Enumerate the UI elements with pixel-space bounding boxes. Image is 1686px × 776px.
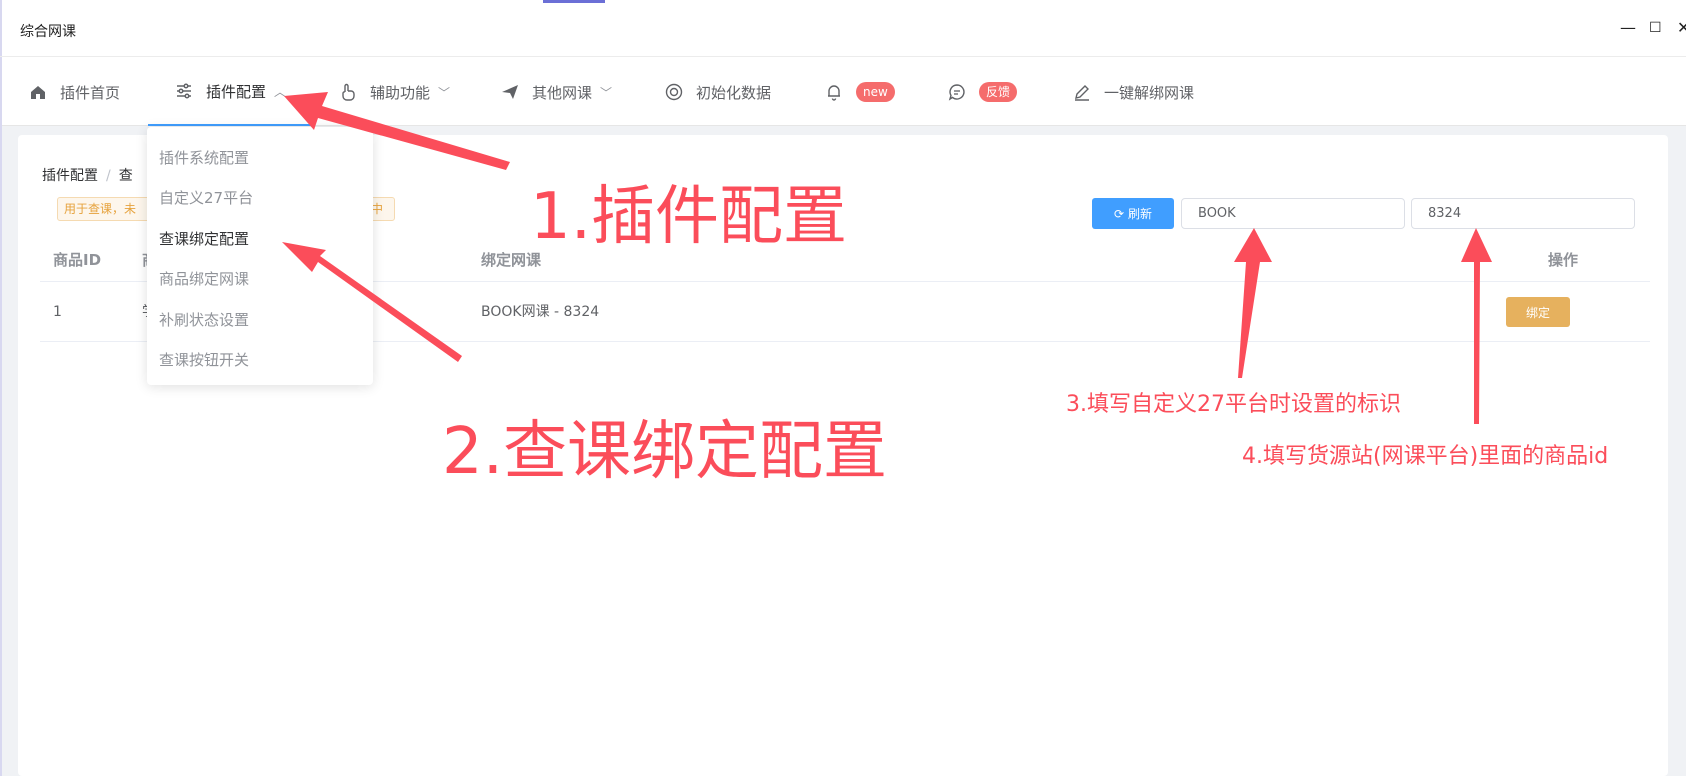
breadcrumb-root[interactable]: 插件配置 xyxy=(42,168,98,184)
menu-item-goods-bind-course[interactable]: 商品绑定网课 xyxy=(159,268,249,289)
cell-goods-id: 1 xyxy=(53,304,62,320)
menu-item-course-bind-config[interactable]: 查课绑定配置 xyxy=(159,228,249,249)
info-tag-text: 用于查课，未 xyxy=(64,202,137,216)
menu-item-plugin-system-config[interactable]: 插件系统配置 xyxy=(159,147,249,168)
chevron-down-icon: ﹀ xyxy=(438,85,451,100)
top-strip xyxy=(0,0,1686,4)
goods-id-input[interactable]: 8324 xyxy=(1411,198,1635,229)
chevron-down-icon: ﹀ xyxy=(600,85,613,100)
nav-init-data[interactable]: 初始化数据 xyxy=(664,58,771,126)
col-action: 操作 xyxy=(1548,251,1579,269)
nav-label: 插件首页 xyxy=(60,83,121,102)
breadcrumb: 插件配置 / 查 xyxy=(42,165,133,185)
plugin-config-dropdown: 插件系统配置 自定义27平台 查课绑定配置 商品绑定网课 补刷状态设置 查课按钮… xyxy=(147,127,373,385)
app-window: 综合网课 — ☐ ✕ 插件首页 插件配置 ︿ 辅助功能 ﹀ 其他网课 ﹀ 初始化… xyxy=(0,0,1686,776)
paper-plane-icon xyxy=(500,82,520,102)
nav-feedback[interactable]: 反馈 xyxy=(947,58,1018,126)
annotation-step1: 1.插件配置 xyxy=(530,180,848,254)
pen-icon xyxy=(1072,82,1092,102)
maximize-button[interactable]: ☐ xyxy=(1649,18,1662,38)
platform-id-input[interactable]: BOOK xyxy=(1181,198,1405,229)
breadcrumb-separator: / xyxy=(106,168,111,184)
nav-plugin-home[interactable]: 插件首页 xyxy=(28,58,120,126)
menu-item-course-button-switch[interactable]: 查课按钮开关 xyxy=(159,349,249,370)
minimize-button[interactable]: — xyxy=(1620,18,1636,38)
window-title: 综合网课 xyxy=(20,23,76,40)
feedback-badge: 反馈 xyxy=(979,82,1018,102)
sliders-icon xyxy=(174,81,194,101)
annotation-step2: 2.查课绑定配置 xyxy=(442,415,888,489)
background-window-indicator xyxy=(543,0,605,3)
nav-other-courses[interactable]: 其他网课 ﹀ xyxy=(500,58,612,126)
annotation-step3: 3.填写自定义27平台时设置的标识 xyxy=(1066,392,1401,417)
cell-bound-course: BOOK网课 - 8324 xyxy=(481,304,600,320)
refresh-icon: ⟳ xyxy=(1113,206,1125,221)
nav-label: 其他网课 xyxy=(532,83,593,102)
bind-button[interactable]: 绑定 xyxy=(1506,297,1570,327)
title-bar: 综合网课 xyxy=(0,5,1686,57)
home-icon xyxy=(28,82,48,102)
refresh-button[interactable]: ⟳ 刷新 xyxy=(1092,198,1174,229)
chevron-up-icon: ︿ xyxy=(274,84,287,99)
bell-icon xyxy=(824,82,844,102)
lifebuoy-icon xyxy=(664,82,684,102)
menu-item-custom-27-platform[interactable]: 自定义27平台 xyxy=(159,187,253,208)
refresh-label: 刷新 xyxy=(1128,207,1153,221)
annotation-step4: 4.填写货源站(网课平台)里面的商品id xyxy=(1242,444,1609,469)
col-goods-id: 商品ID xyxy=(53,251,102,269)
nav-label: 一键解绑网课 xyxy=(1104,83,1195,102)
menu-item-refill-status[interactable]: 补刷状态设置 xyxy=(159,309,249,330)
close-button[interactable]: ✕ xyxy=(1677,18,1686,38)
nav-label: 辅助功能 xyxy=(370,83,431,102)
nav-label: 初始化数据 xyxy=(696,83,772,102)
chat-icon xyxy=(947,82,967,102)
nav-label: 插件配置 xyxy=(206,82,267,101)
nav-notifications[interactable]: new xyxy=(824,58,895,126)
hand-pointer-icon xyxy=(338,82,358,102)
nav-unbind-all[interactable]: 一键解绑网课 xyxy=(1072,58,1194,126)
new-badge: new xyxy=(856,82,895,102)
nav-plugin-config[interactable]: 插件配置 ︿ xyxy=(148,58,313,126)
top-nav: 插件首页 插件配置 ︿ 辅助功能 ﹀ 其他网课 ﹀ 初始化数据 new 反馈 一… xyxy=(2,58,1686,126)
breadcrumb-current: 查 xyxy=(118,168,133,184)
nav-assist-functions[interactable]: 辅助功能 ﹀ xyxy=(338,58,450,126)
